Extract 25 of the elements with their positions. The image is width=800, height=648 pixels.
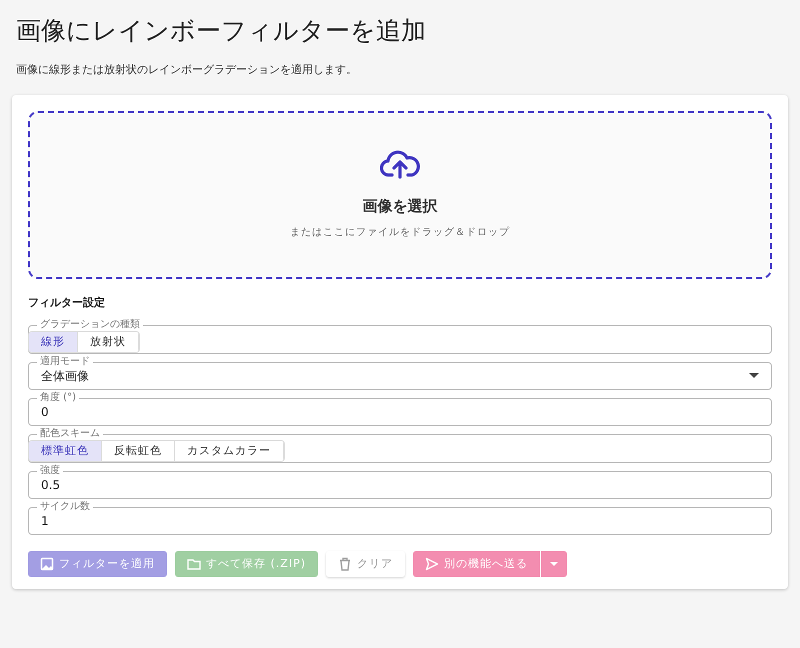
page-title: 画像にレインボーフィルターを追加 bbox=[16, 16, 427, 46]
dropdown-caret-icon bbox=[749, 373, 759, 379]
field-label: グラデーションの種類 bbox=[39, 319, 141, 331]
input-field[interactable]: 強度 0.5 bbox=[28, 465, 772, 499]
upload-cloud-icon bbox=[380, 148, 420, 179]
field-label: 適用モード bbox=[39, 356, 91, 368]
input-field[interactable]: 角度 (°) 0 bbox=[28, 392, 772, 426]
toggle-option[interactable]: 標準虹色 bbox=[29, 441, 102, 461]
input-field[interactable]: サイクル数 1 bbox=[28, 501, 772, 535]
folder-icon bbox=[187, 557, 201, 571]
page-description: 画像に線形または放射状のレインボーグラデーションを適用します。 bbox=[16, 62, 358, 78]
field-label: サイクル数 bbox=[39, 501, 91, 513]
toggle-option[interactable]: 線形 bbox=[29, 332, 78, 352]
field-label: 配色スキーム bbox=[39, 428, 101, 440]
image-icon bbox=[40, 557, 54, 571]
field-label: 角度 (°) bbox=[39, 392, 77, 404]
field-label: 強度 bbox=[39, 465, 61, 477]
caret-icon bbox=[550, 562, 558, 566]
upload-hint: またはここにファイルをドラッグ＆ドロップ bbox=[290, 226, 510, 240]
trash-icon bbox=[338, 557, 352, 571]
send-icon bbox=[425, 557, 439, 571]
select-field[interactable]: 適用モード 全体画像 bbox=[28, 356, 772, 390]
drop-zone[interactable]: 画像を選択 またはここにファイルをドラッグ＆ドロップ bbox=[28, 110, 772, 278]
upload-label: 画像を選択 bbox=[362, 196, 438, 217]
settings-heading: フィルター設定 bbox=[28, 294, 106, 310]
